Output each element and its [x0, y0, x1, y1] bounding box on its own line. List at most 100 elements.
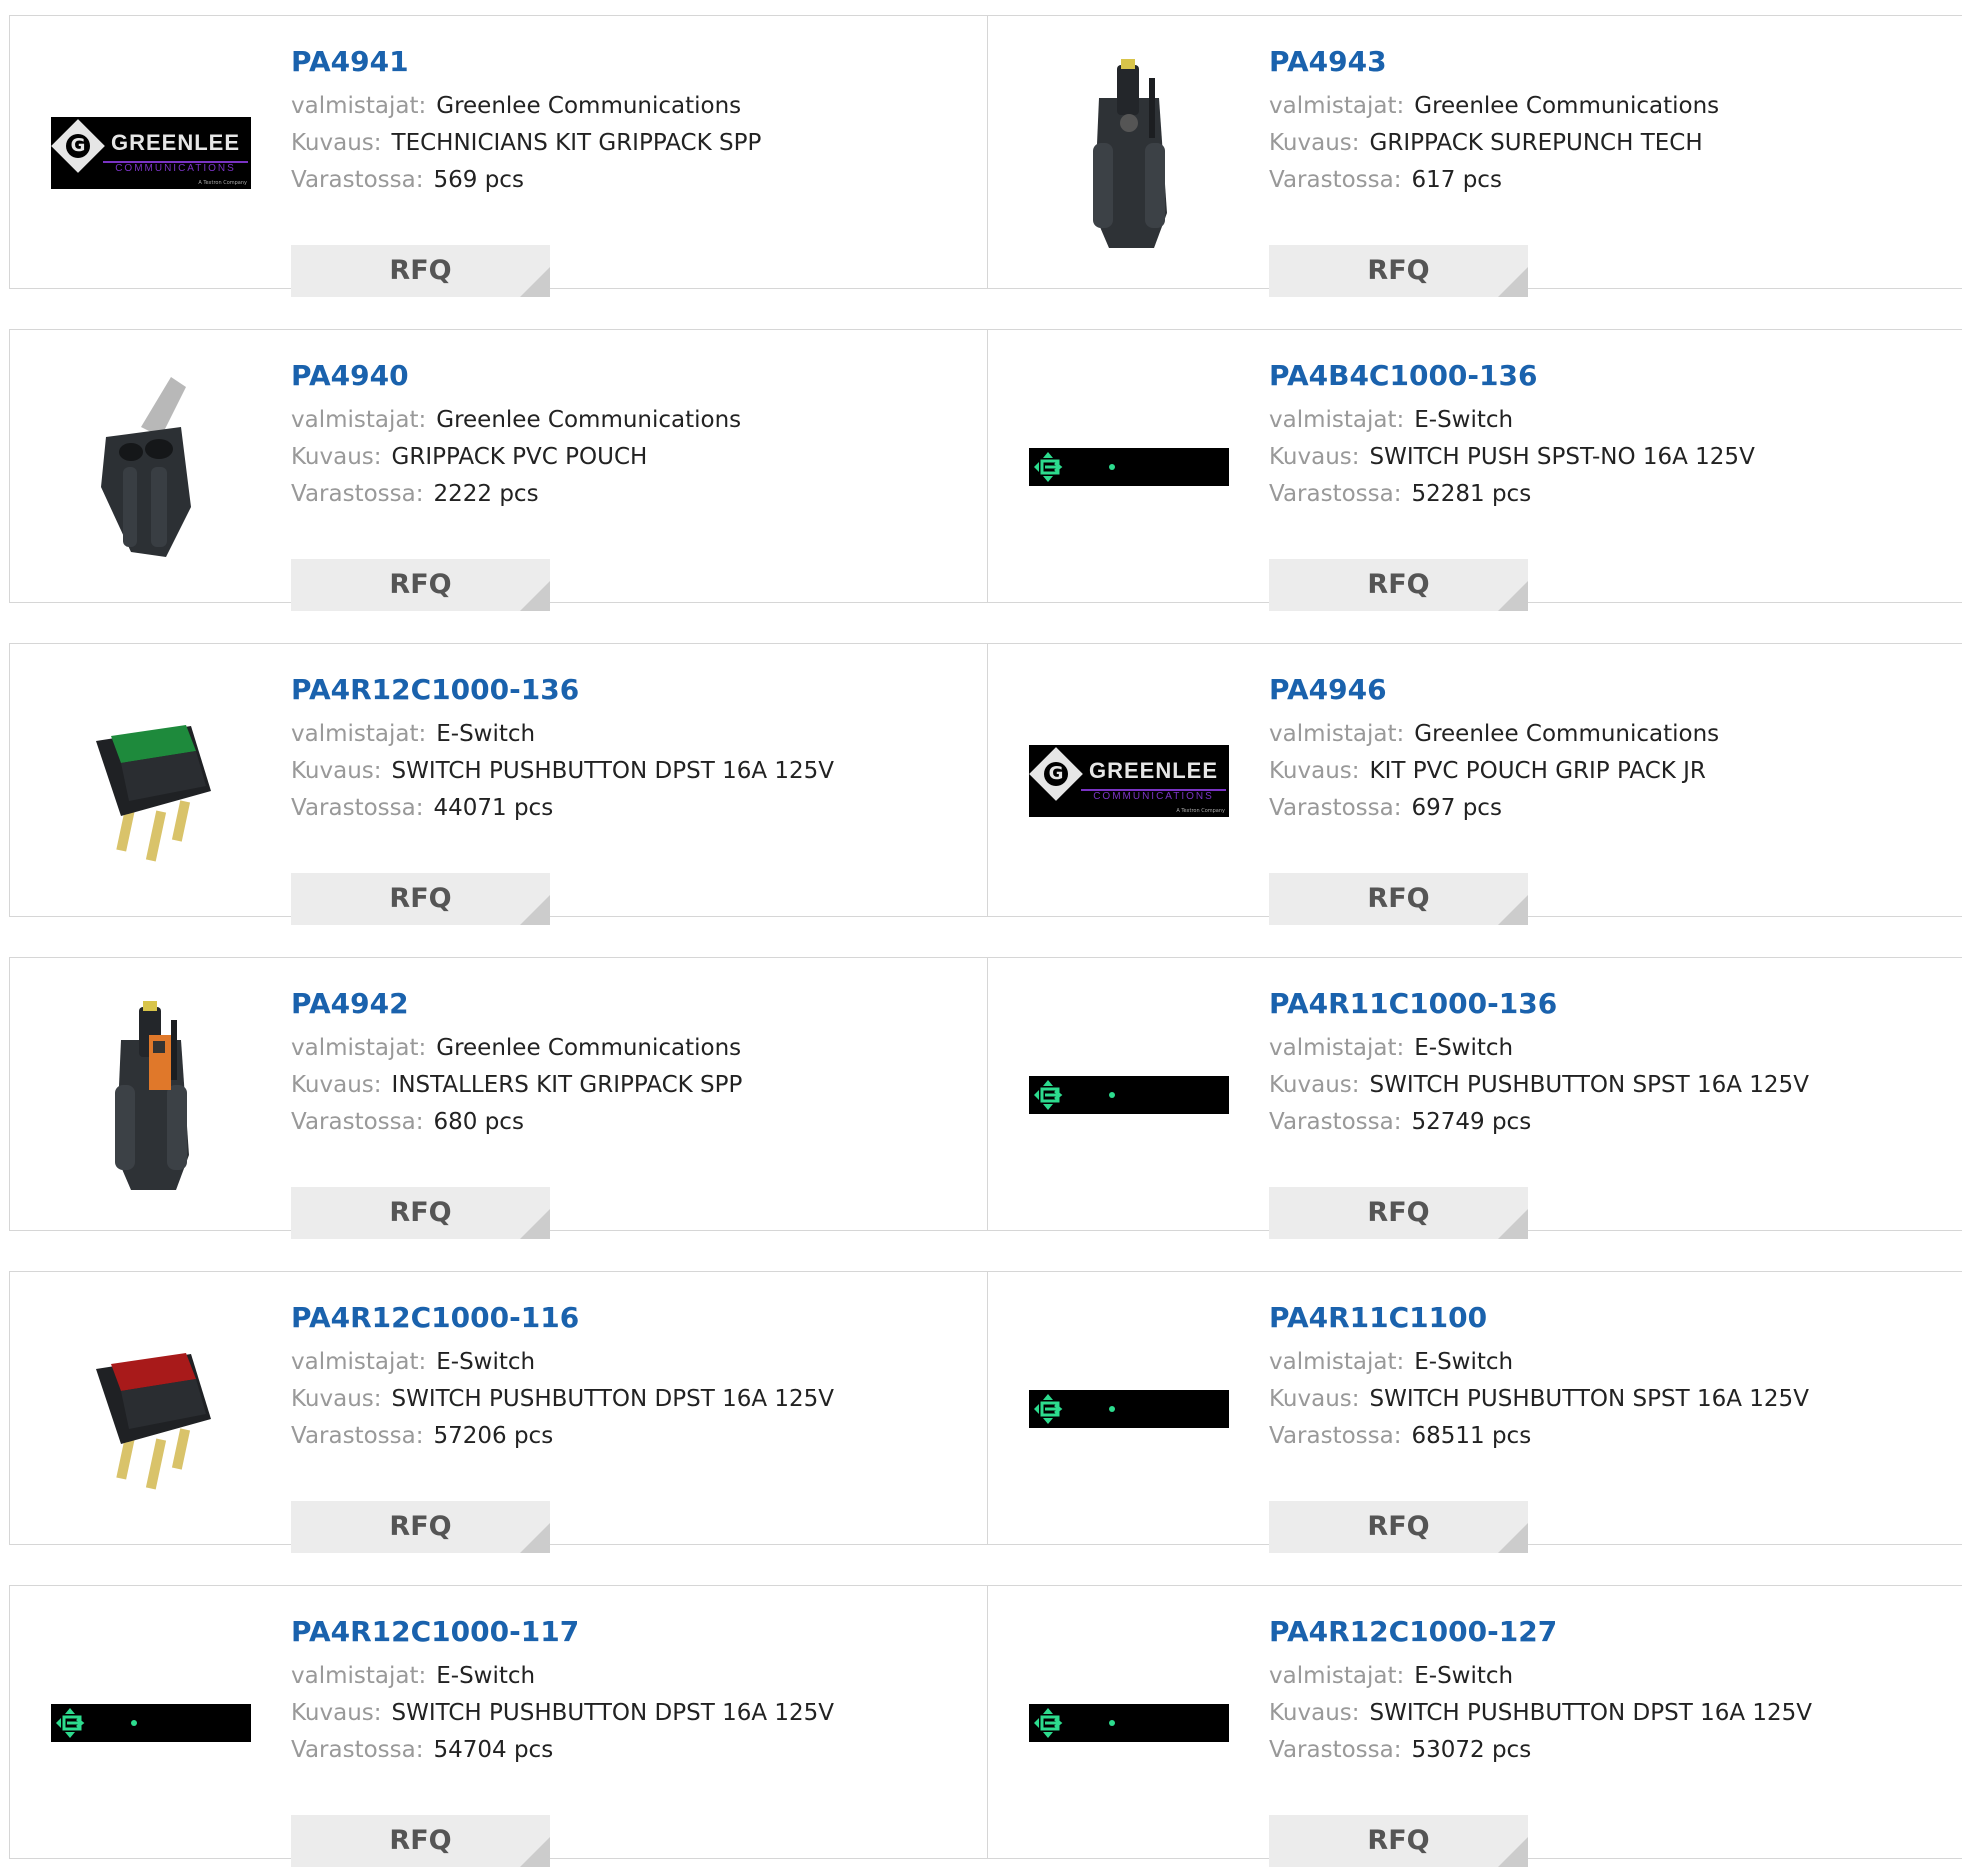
description-value: GRIPPACK PVC POUCH [391, 444, 648, 470]
product-info: PA4R11C1100 valmistajat: E-Switch Kuvaus:… [1269, 1300, 1809, 1553]
stock-value: 57206 pcs [433, 1423, 554, 1449]
part-number-link[interactable]: PA4R12C1000-127 [1269, 1614, 1812, 1650]
product-image[interactable]: G GREENLEE COMMUNICATIONS A Textron Company [51, 53, 251, 253]
rfq-button[interactable]: RFQ [1269, 1187, 1528, 1239]
product-info: PA4943 valmistajat: Greenlee Communicatio… [1269, 44, 1720, 297]
manufacturer-label: valmistajat: [1269, 407, 1405, 433]
product-image[interactable] [1029, 367, 1229, 567]
eswitch-arrows-icon [56, 1708, 85, 1738]
product-image[interactable]: G GREENLEE COMMUNICATIONS A Textron Company [1029, 681, 1229, 881]
manufacturer-value: Greenlee Communications [1414, 93, 1720, 119]
description-line: Kuvaus: SWITCH PUSHBUTTON DPST 16A 125V [291, 1695, 834, 1732]
stock-line: Varastossa: 617 pcs [1269, 162, 1719, 199]
product-info: PA4R11C1000-136 valmistajat: E-Switch Kuv… [1269, 986, 1809, 1239]
part-number-link[interactable]: PA4942 [291, 986, 742, 1022]
part-number-link[interactable]: PA4R11C1100 [1269, 1300, 1809, 1336]
part-number-link[interactable]: PA4946 [1269, 672, 1719, 708]
part-number-link[interactable]: PA4R12C1000-136 [291, 672, 834, 708]
stock-line: Varastossa: 697 pcs [1269, 790, 1719, 827]
part-number-link[interactable]: PA4943 [1269, 44, 1719, 80]
red-rocker-switch-icon [96, 1353, 211, 1490]
product-image[interactable] [1029, 1309, 1229, 1509]
product-info: PA4R12C1000-127 valmistajat: E-Switch Kuv… [1269, 1614, 1812, 1867]
part-number-link[interactable]: PA4B4C1000-136 [1269, 358, 1755, 394]
eswitch-arrows-icon [1034, 1080, 1063, 1110]
product-card: G GREENLEE COMMUNICATIONS A Textron Company… [988, 644, 1962, 925]
manufacturer-value: E-Switch [436, 721, 536, 747]
product-image[interactable] [51, 681, 251, 881]
product-image[interactable] [51, 1309, 251, 1509]
manufacturer-label: valmistajat: [1269, 1035, 1405, 1061]
rfq-button[interactable]: RFQ [1269, 1501, 1528, 1553]
product-card: PA4942 valmistajat: Greenlee Communicatio… [10, 958, 988, 1239]
product-info: PA4R12C1000-117 valmistajat: E-Switch Kuv… [291, 1614, 834, 1867]
description-value: SWITCH PUSHBUTTON SPST 16A 125V [1369, 1386, 1809, 1412]
rfq-button[interactable]: RFQ [1269, 873, 1528, 925]
manufacturer-value: Greenlee Communications [436, 407, 742, 433]
part-number-link[interactable]: PA4R12C1000-116 [291, 1300, 834, 1336]
eswitch-dot [1109, 1092, 1115, 1098]
product-card: PA4943 valmistajat: Greenlee Communicatio… [988, 16, 1962, 297]
stock-label: Varastossa: [291, 1423, 424, 1449]
stock-value: 680 pcs [433, 1109, 524, 1135]
part-number-link[interactable]: PA4941 [291, 44, 761, 80]
part-number-link[interactable]: PA4R12C1000-117 [291, 1614, 834, 1650]
description-label: Kuvaus: [291, 1700, 382, 1726]
rfq-button[interactable]: RFQ [291, 245, 550, 297]
rfq-button[interactable]: RFQ [291, 1187, 550, 1239]
product-image[interactable] [51, 995, 251, 1195]
part-number-link[interactable]: PA4940 [291, 358, 741, 394]
eswitch-dot [1109, 464, 1115, 470]
stock-label: Varastossa: [1269, 795, 1402, 821]
stock-label: Varastossa: [1269, 1423, 1402, 1449]
product-row: PA4942 valmistajat: Greenlee Communicatio… [9, 957, 1962, 1239]
description-line: Kuvaus: SWITCH PUSHBUTTON SPST 16A 125V [1269, 1067, 1809, 1104]
manufacturer-line: valmistajat: Greenlee Communications [291, 88, 761, 125]
product-image[interactable] [51, 1623, 251, 1823]
stock-line: Varastossa: 2222 pcs [291, 476, 741, 513]
description-line: Kuvaus: SWITCH PUSHBUTTON DPST 16A 125V [291, 1381, 834, 1418]
stock-value: 44071 pcs [433, 795, 554, 821]
product-row: PA4940 valmistajat: Greenlee Communicatio… [9, 329, 1962, 611]
eswitch-dot [1109, 1720, 1115, 1726]
rfq-button[interactable]: RFQ [291, 1501, 550, 1553]
manufacturer-value: Greenlee Communications [1414, 721, 1720, 747]
stock-line: Varastossa: 44071 pcs [291, 790, 834, 827]
product-info: PA4941 valmistajat: Greenlee Communicatio… [291, 44, 761, 297]
rfq-button[interactable]: RFQ [1269, 559, 1528, 611]
product-image[interactable] [51, 367, 251, 567]
part-number-link[interactable]: PA4R11C1000-136 [1269, 986, 1809, 1022]
rfq-button[interactable]: RFQ [291, 1815, 550, 1867]
rfq-button[interactable]: RFQ [291, 873, 550, 925]
rfq-button[interactable]: RFQ [1269, 1815, 1528, 1867]
stock-value: 68511 pcs [1411, 1423, 1532, 1449]
manufacturer-line: valmistajat: Greenlee Communications [291, 1030, 742, 1067]
manufacturer-value: E-Switch [1414, 1663, 1514, 1689]
product-row: PA4R12C1000-116 valmistajat: E-Switch Kuv… [9, 1271, 1962, 1553]
stock-line: Varastossa: 68511 pcs [1269, 1418, 1809, 1455]
rfq-button[interactable]: RFQ [1269, 245, 1528, 297]
manufacturer-label: valmistajat: [291, 93, 427, 119]
description-label: Kuvaus: [291, 444, 382, 470]
eswitch-logo [1029, 1076, 1229, 1114]
manufacturer-line: valmistajat: E-Switch [1269, 1344, 1809, 1381]
description-line: Kuvaus: GRIPPACK SUREPUNCH TECH [1269, 125, 1719, 162]
stock-label: Varastossa: [291, 167, 424, 193]
stock-line: Varastossa: 54704 pcs [291, 1732, 834, 1769]
rfq-button[interactable]: RFQ [291, 559, 550, 611]
product-card: PA4R12C1000-117 valmistajat: E-Switch Kuv… [10, 1586, 988, 1867]
description-label: Kuvaus: [1269, 758, 1360, 784]
description-value: SWITCH PUSHBUTTON DPST 16A 125V [391, 1386, 835, 1412]
description-line: Kuvaus: SWITCH PUSHBUTTON SPST 16A 125V [1269, 1381, 1809, 1418]
description-line: Kuvaus: SWITCH PUSHBUTTON DPST 16A 125V [291, 753, 834, 790]
eswitch-dot [131, 1720, 137, 1726]
stock-value: 52749 pcs [1411, 1109, 1532, 1135]
description-line: Kuvaus: GRIPPACK PVC POUCH [291, 439, 741, 476]
product-info: PA4946 valmistajat: Greenlee Communicatio… [1269, 672, 1720, 925]
product-image[interactable] [1029, 1623, 1229, 1823]
product-image[interactable] [1029, 995, 1229, 1195]
installer-kit-icon [115, 1001, 189, 1190]
product-row: PA4R12C1000-136 valmistajat: E-Switch Kuv… [9, 643, 1962, 925]
product-image[interactable] [1029, 53, 1229, 253]
manufacturer-line: valmistajat: E-Switch [291, 1344, 834, 1381]
